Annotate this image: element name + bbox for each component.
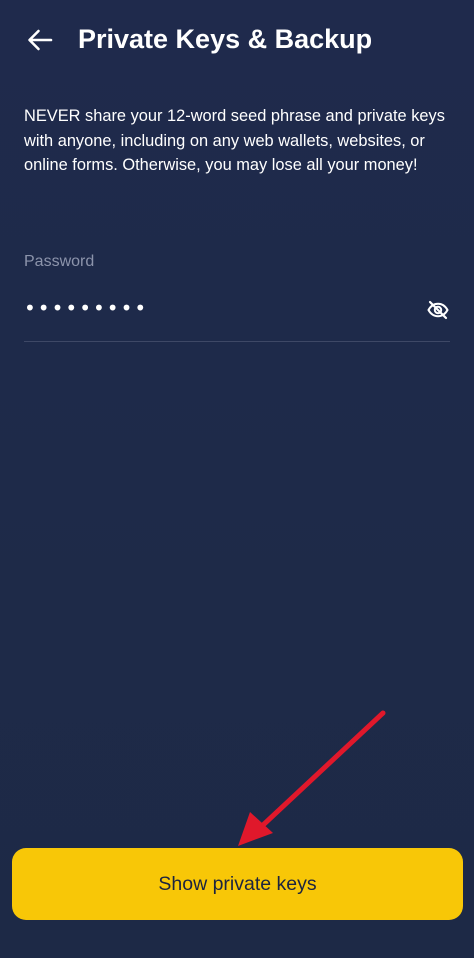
security-warning-text: NEVER share your 12-word seed phrase and… [24,107,445,174]
password-input[interactable]: ••••••••• [24,288,450,342]
page-title: Private Keys & Backup [78,24,373,54]
password-visibility-toggle[interactable] [426,298,450,322]
back-button[interactable] [18,20,62,60]
eye-off-icon [427,300,449,320]
arrow-left-icon [28,29,53,51]
private-keys-backup-screen: Private Keys & Backup NEVER share your 1… [0,0,474,958]
password-label: Password [24,253,95,270]
show-private-keys-button[interactable]: Show private keys [12,848,463,920]
app-bar: Private Keys & Backup [0,0,474,80]
password-masked-value: ••••••••• [24,296,149,320]
